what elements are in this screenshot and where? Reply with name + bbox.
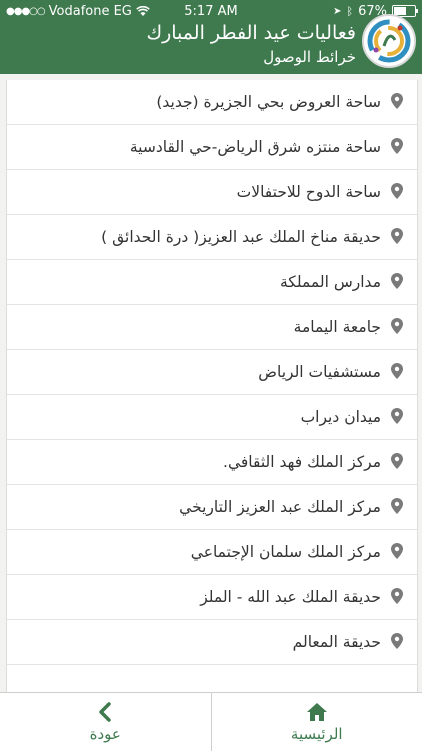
map-pin-icon	[391, 228, 403, 244]
map-pin-icon	[391, 363, 403, 379]
location-label: مدارس المملكة	[21, 269, 381, 295]
location-arrow-icon: ➤	[333, 6, 341, 17]
location-label: حديقة مناخ الملك عبد العزيز( درة الحدائق…	[21, 224, 381, 250]
status-right: ➤ ᛒ 67%	[333, 4, 416, 19]
location-label: حديقة المعالم	[21, 629, 381, 655]
location-item[interactable]: ساحة منتزه شرق الرياض-حي القادسية	[7, 125, 417, 170]
home-icon	[306, 702, 328, 722]
location-item[interactable]: حديقة الملك عبد الله - الملز	[7, 575, 417, 620]
map-pin-icon	[391, 273, 403, 289]
location-label: ميدان ديراب	[21, 404, 381, 430]
location-label: مركز الملك عبد العزيز التاريخي	[21, 494, 381, 520]
back-tab[interactable]: عودة	[0, 693, 211, 751]
map-pin-icon	[391, 183, 403, 199]
home-tab[interactable]: الرئيسية	[211, 693, 422, 751]
chevron-left-icon	[98, 702, 112, 722]
home-tab-label: الرئيسية	[291, 725, 343, 743]
page-subtitle: خرائط الوصول	[263, 48, 356, 66]
map-pin-icon	[391, 138, 403, 154]
map-pin-icon	[391, 588, 403, 604]
location-label: مستشفيات الرياض	[21, 359, 381, 385]
carrier-name: Vodafone EG	[49, 4, 132, 19]
location-item[interactable]: مركز الملك فهد الثقافي.	[7, 440, 417, 485]
location-label: جامعة اليمامة	[21, 314, 381, 340]
location-item[interactable]: مدارس المملكة	[7, 260, 417, 305]
location-label: ساحة الدوح للاحتفالات	[21, 179, 381, 205]
page-title: فعاليات عيد الفطر المبارك	[146, 22, 356, 44]
back-tab-label: عودة	[90, 725, 121, 743]
location-item[interactable]: حديقة مناخ الملك عبد العزيز( درة الحدائق…	[7, 215, 417, 260]
location-item[interactable]: مركز الملك سلمان الإجتماعي	[7, 530, 417, 575]
bluetooth-icon: ᛒ	[346, 5, 353, 18]
map-pin-icon	[391, 543, 403, 559]
location-label: مركز الملك فهد الثقافي.	[21, 449, 381, 475]
location-item[interactable]: مستشفيات الرياض	[7, 350, 417, 395]
signal-icon: ●●●○○	[6, 6, 45, 17]
logo-icon	[364, 16, 414, 66]
location-item[interactable]: حديقة المعالم	[7, 620, 417, 665]
location-item[interactable]: ميدان ديراب	[7, 395, 417, 440]
location-label: ساحة العروض بحي الجزيرة (جديد)	[21, 89, 381, 115]
location-item[interactable]: مركز الملك عبد العزيز التاريخي	[7, 485, 417, 530]
map-pin-icon	[391, 408, 403, 424]
wifi-icon	[136, 6, 150, 17]
battery-level	[394, 7, 406, 15]
map-pin-icon	[391, 498, 403, 514]
status-left: ●●●○○ Vodafone EG	[6, 4, 150, 19]
location-list[interactable]: ساحة العروض بحي الجزيرة (جديد) ساحة منتزه…	[6, 80, 418, 692]
map-pin-icon	[391, 633, 403, 649]
location-label: حديقة الملك عبد الله - الملز	[21, 584, 381, 610]
map-pin-icon	[391, 318, 403, 334]
location-item[interactable]: جامعة اليمامة	[7, 305, 417, 350]
location-label: ساحة منتزه شرق الرياض-حي القادسية	[21, 134, 381, 160]
location-item[interactable]: ساحة العروض بحي الجزيرة (جديد)	[7, 80, 417, 125]
location-label: مركز الملك سلمان الإجتماعي	[21, 539, 381, 565]
app-header: فعاليات عيد الفطر المبارك خرائط الوصول	[0, 22, 422, 74]
app-logo	[362, 14, 416, 68]
status-time: 5:17 AM	[184, 4, 237, 19]
bottom-tab-bar: عودة الرئيسية	[0, 692, 422, 751]
map-pin-icon	[391, 93, 403, 109]
status-bar: ●●●○○ Vodafone EG 5:17 AM ➤ ᛒ 67%	[0, 0, 422, 22]
map-pin-icon	[391, 453, 403, 469]
location-item[interactable]: ساحة الدوح للاحتفالات	[7, 170, 417, 215]
